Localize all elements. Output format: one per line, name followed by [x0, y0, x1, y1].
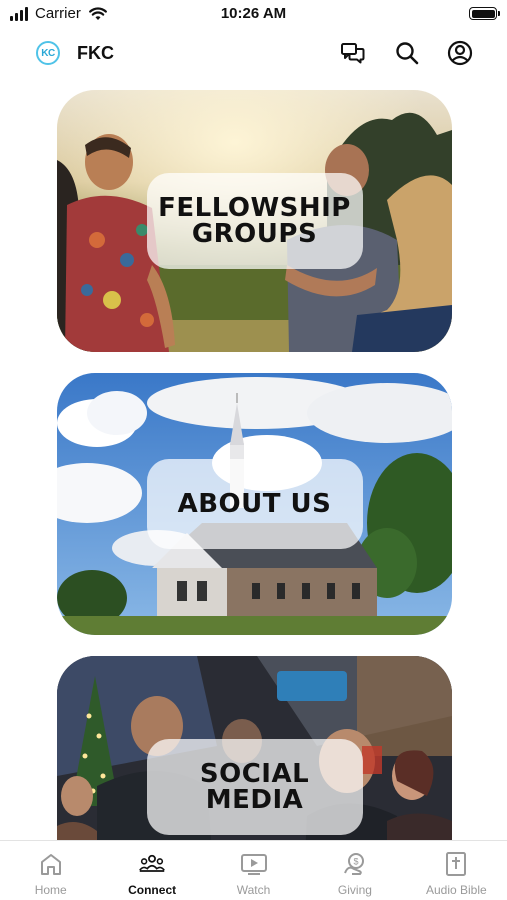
giving-icon: $: [341, 851, 369, 877]
status-time: 10:26 AM: [220, 5, 287, 22]
connect-content: FELLOWSHIP GROUPS ABOUT US SOCIAL MEDIA: [0, 90, 507, 840]
card-label-line: FELLOWSHIP: [158, 193, 351, 223]
tab-home[interactable]: Home: [0, 841, 101, 900]
fellowship-groups-label: FELLOWSHIP GROUPS: [146, 173, 363, 269]
tab-audio-bible[interactable]: Audio Bible: [406, 841, 507, 900]
group-icon: [138, 851, 166, 877]
account-icon[interactable]: [447, 40, 473, 66]
home-icon: [37, 851, 65, 877]
search-icon[interactable]: [394, 40, 420, 66]
tab-label: Connect: [128, 883, 177, 897]
about-us-label: ABOUT US: [146, 459, 363, 549]
card-label-line: SOCIAL: [199, 759, 310, 789]
status-bar: Carrier 10:26 AM: [0, 0, 507, 30]
fellowship-groups-card[interactable]: FELLOWSHIP GROUPS: [57, 90, 452, 352]
card-label-line: MEDIA: [205, 785, 304, 815]
video-icon: [240, 851, 268, 877]
tab-label: Watch: [236, 883, 271, 897]
svg-text:$: $: [353, 857, 358, 867]
tab-label: Giving: [337, 883, 372, 897]
tab-watch[interactable]: Watch: [203, 841, 304, 900]
social-media-card[interactable]: SOCIAL MEDIA: [57, 656, 452, 840]
battery-icon: [469, 7, 500, 20]
tab-giving[interactable]: $ Giving: [304, 841, 405, 900]
bible-icon: [442, 851, 470, 877]
app-header: KC FKC: [0, 34, 507, 72]
tab-bar: Home Connect Watch $ Giving Audio Bible: [0, 840, 507, 900]
card-label-line: GROUPS: [191, 219, 318, 249]
social-media-label: SOCIAL MEDIA: [146, 739, 363, 835]
about-us-card[interactable]: ABOUT US: [57, 373, 452, 635]
app-title: FKC: [77, 43, 114, 63]
chat-bubbles-icon[interactable]: [340, 40, 366, 66]
tab-label: Audio Bible: [425, 883, 487, 897]
tab-connect[interactable]: Connect: [101, 841, 202, 900]
app-logo: KC: [36, 41, 60, 65]
tab-label: Home: [34, 883, 67, 897]
